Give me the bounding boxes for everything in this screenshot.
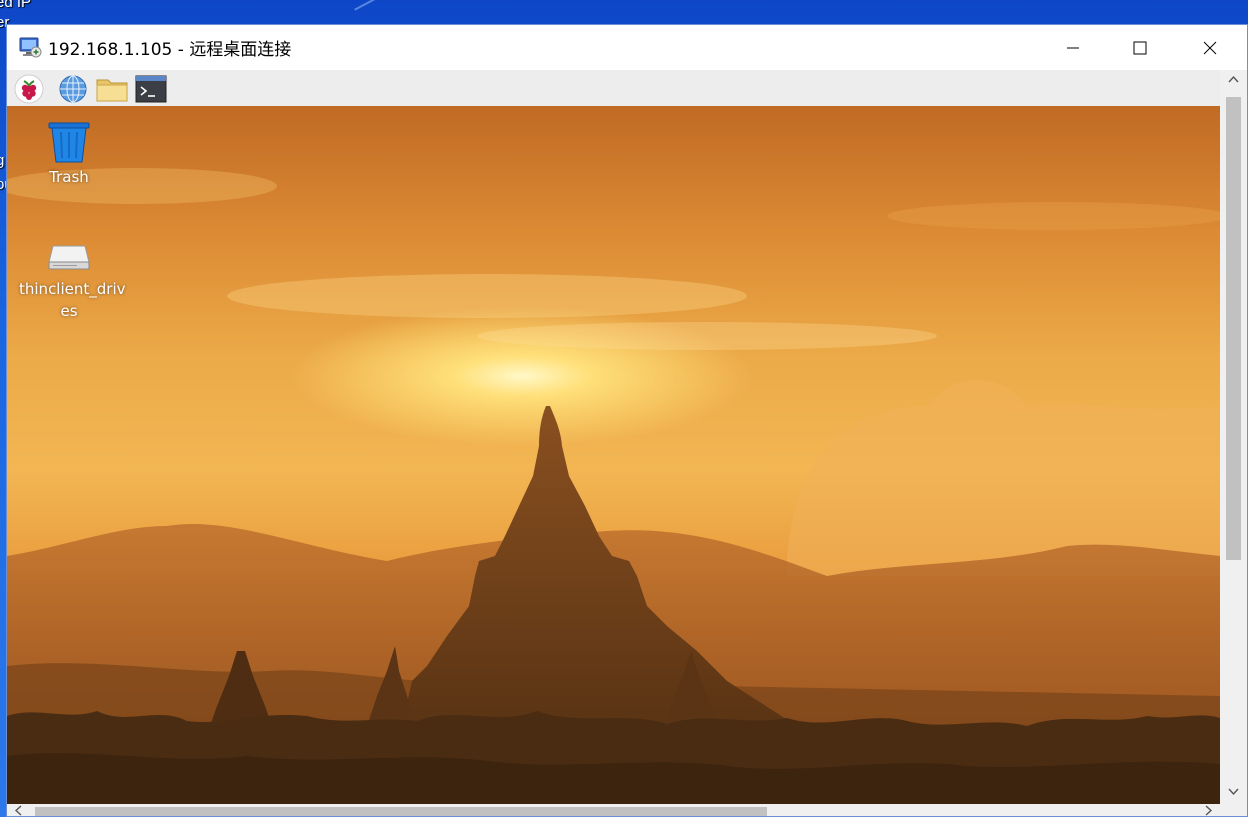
drive-icon [47, 232, 91, 276]
remote-session-viewport[interactable]: Trash thinclient_driv es [7, 70, 1247, 816]
scrollbar-corner [1220, 804, 1247, 816]
terminal-button[interactable] [135, 73, 167, 105]
desktop-trash[interactable]: Trash [19, 120, 119, 188]
pi-desktop-wallpaper[interactable]: Trash thinclient_driv es [7, 106, 1220, 804]
scroll-right-icon[interactable] [1203, 805, 1214, 816]
raspberry-menu-button[interactable] [13, 73, 45, 105]
maximize-icon [1133, 41, 1147, 54]
sunset-pagoda-landscape [7, 168, 1220, 804]
lxde-top-panel [7, 70, 1220, 106]
trash-label: Trash [49, 168, 89, 186]
web-browser-icon [59, 75, 87, 103]
minimize-icon [1067, 47, 1079, 48]
host-desktop-label[interactable]: g [0, 152, 4, 170]
web-browser-button[interactable] [57, 73, 89, 105]
scroll-down-icon[interactable] [1228, 786, 1239, 800]
vertical-scrollbar[interactable] [1220, 70, 1247, 804]
horizontal-scrollbar[interactable] [7, 804, 1220, 816]
terminal-icon [135, 75, 167, 103]
desktop-thinclient-drives[interactable]: thinclient_driv es [19, 232, 126, 322]
drive-label-line-1: thinclient_driv [19, 280, 126, 298]
remote-desktop-window: 192.168.1.105 - 远程桌面连接 Trash thinclient_… [6, 24, 1248, 817]
raspberry-menu-icon [14, 74, 44, 104]
host-desktop-label[interactable]: ed IP [0, 0, 31, 12]
close-icon [1203, 41, 1217, 54]
remote-desktop-app-icon [18, 35, 42, 59]
close-button[interactable] [1180, 25, 1240, 70]
minimize-button[interactable] [1043, 25, 1103, 70]
window-title: 192.168.1.105 - 远程桌面连接 [48, 40, 292, 60]
maximize-button[interactable] [1110, 25, 1170, 70]
drive-label-line-2: es [60, 302, 78, 320]
scroll-left-icon[interactable] [13, 805, 24, 816]
window-titlebar[interactable]: 192.168.1.105 - 远程桌面连接 [7, 25, 1247, 70]
trash-icon [47, 120, 91, 164]
vertical-scroll-thumb[interactable] [1226, 97, 1241, 560]
horizontal-scroll-thumb[interactable] [35, 807, 767, 816]
file-manager-icon [96, 79, 128, 102]
file-manager-button[interactable] [96, 73, 128, 105]
scroll-up-icon[interactable] [1228, 74, 1239, 88]
